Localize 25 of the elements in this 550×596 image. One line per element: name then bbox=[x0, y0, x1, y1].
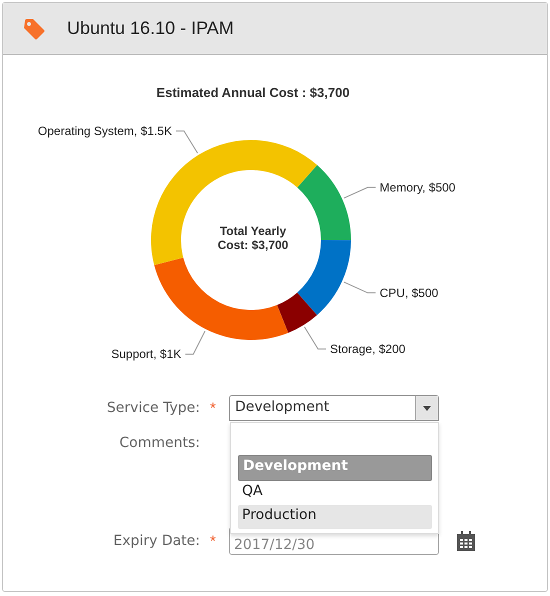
slice-label: Memory, $500 bbox=[380, 180, 456, 194]
slice-label: CPU, $500 bbox=[380, 286, 438, 300]
leader-line bbox=[343, 186, 376, 199]
field-label: Comments: bbox=[119, 435, 200, 453]
slice-label: Storage, $200 bbox=[330, 342, 406, 356]
slice-label: Support, $1K bbox=[111, 347, 182, 362]
chart-center-label: Total Yearly Cost: $3,700 bbox=[216, 224, 290, 252]
leader-line bbox=[343, 282, 376, 294]
service-type-select[interactable]: Development bbox=[229, 395, 439, 421]
leader-line bbox=[304, 326, 327, 350]
calendar-icon[interactable] bbox=[457, 531, 475, 551]
date-field[interactable]: 2017/12/30 bbox=[229, 527, 439, 555]
tag-icon bbox=[23, 18, 45, 40]
caret-icon bbox=[423, 406, 431, 410]
chart-title: Estimated Annual Cost : $3,700 bbox=[155, 85, 351, 100]
dropdown-option[interactable]: Production bbox=[238, 505, 432, 529]
leader-line bbox=[184, 330, 206, 355]
required-asterisk: * bbox=[209, 400, 217, 416]
slice-label: Operating System, $1.5K bbox=[38, 124, 172, 138]
dropdown-option[interactable]: QA bbox=[238, 481, 432, 505]
leader-line bbox=[175, 130, 198, 154]
field-label: Expiry Date: bbox=[113, 533, 200, 549]
field-label: Service Type: bbox=[106, 399, 200, 418]
window-title: Ubuntu 16.10 - IPAM bbox=[67, 18, 234, 39]
required-asterisk: * bbox=[209, 532, 217, 550]
